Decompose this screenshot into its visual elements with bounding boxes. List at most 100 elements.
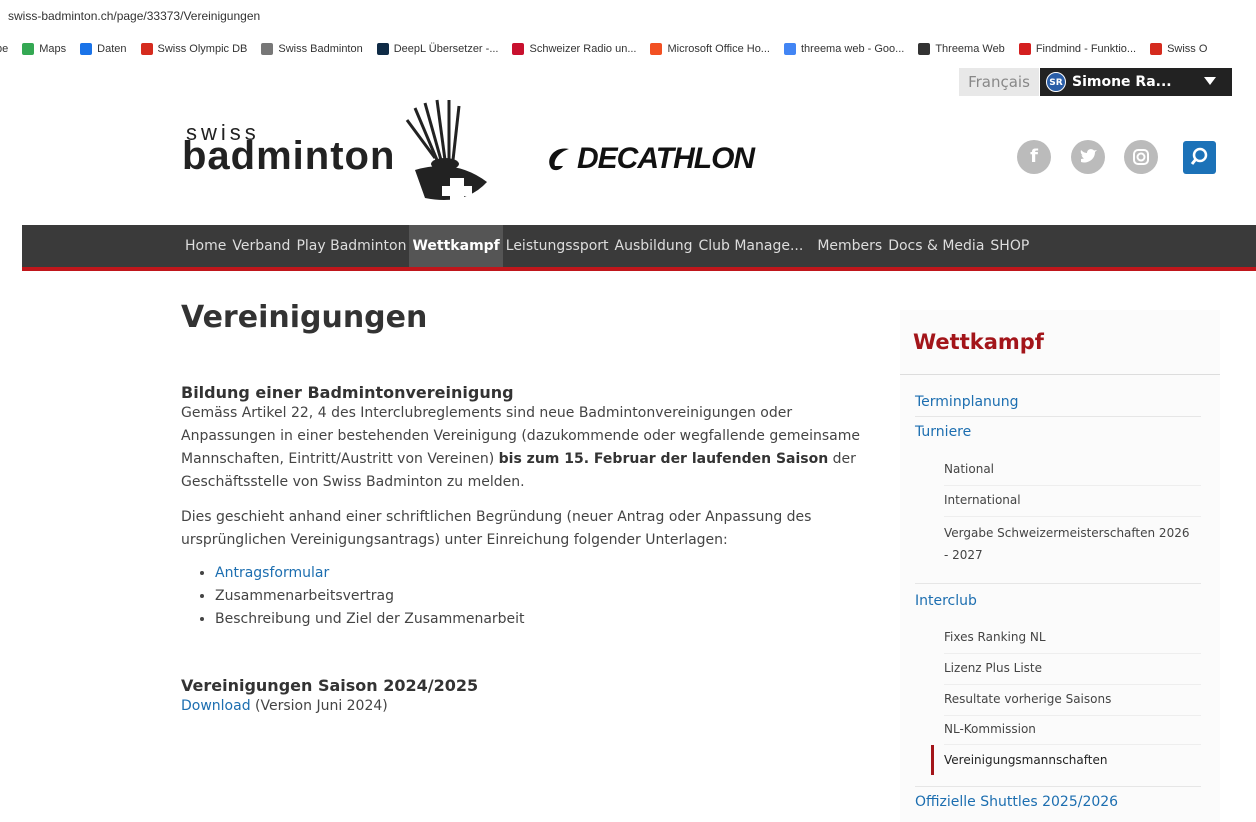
- main-content: Vereinigungen Bildung einer Badmintonver…: [181, 300, 861, 718]
- bookmark-item[interactable]: be: [0, 43, 8, 55]
- shuttlecock-icon: [405, 99, 487, 204]
- chevron-down-icon[interactable]: [1204, 77, 1216, 85]
- search-button[interactable]: [1183, 141, 1216, 174]
- sidebar-item-interclub[interactable]: Interclub: [915, 593, 977, 609]
- list-item: Beschreibung und Ziel der Zusammenarbeit: [215, 608, 861, 631]
- bookmark-label: Schweizer Radio un...: [529, 43, 637, 55]
- sidebar-subitem-resultate[interactable]: Resultate vorherige Saisons: [944, 688, 1194, 710]
- srf-icon: [512, 43, 525, 55]
- url-text[interactable]: swiss-badminton.ch/page/33373/Vereinigun…: [8, 9, 260, 23]
- sponsor-name: DECATHLON: [577, 142, 755, 175]
- bookmark-label: DeepL Übersetzer -...: [393, 43, 499, 55]
- bookmark-item[interactable]: DeepL Übersetzer -...: [376, 43, 499, 55]
- sidebar-subitem-vereinigungsmannschaften[interactable]: Vereinigungsmannschaften: [944, 749, 1194, 771]
- bookmark-label: Swiss O: [1167, 43, 1208, 55]
- avatar: SR: [1046, 72, 1066, 92]
- swiss-cross-icon: [1150, 43, 1163, 55]
- bookmark-label: Findmind - Funktio...: [1035, 43, 1137, 55]
- sidebar-item-shuttles[interactable]: Offizielle Shuttles 2025/2026: [915, 794, 1118, 810]
- shield-icon: [80, 43, 93, 55]
- document-list: Antragsformular Zusammenarbeitsvertrag B…: [215, 562, 861, 631]
- sidebar-subitem-lizenz-plus[interactable]: Lizenz Plus Liste: [944, 657, 1194, 679]
- instagram-icon[interactable]: [1124, 140, 1158, 174]
- section-title-bildung: Bildung einer Badmintonvereinigung: [181, 383, 514, 402]
- deepl-icon: [376, 43, 389, 55]
- divider: [915, 786, 1201, 787]
- maps-pin-icon: [22, 43, 35, 55]
- download-line: Download (Version Juni 2024): [181, 698, 388, 714]
- nav-item-verband[interactable]: Verband: [229, 225, 293, 267]
- decathlon-logo[interactable]: DECATHLON: [545, 142, 755, 176]
- download-link[interactable]: Download: [181, 698, 251, 714]
- logo-badminton-text: badminton: [182, 134, 396, 178]
- divider: [900, 374, 1220, 375]
- paragraph-unterlagen: Dies geschieht anhand einer schriftliche…: [181, 509, 812, 548]
- bookmark-label: be: [0, 43, 9, 55]
- badminton-icon: [261, 43, 274, 55]
- nav-item-leistungssport[interactable]: Leistungssport: [503, 225, 612, 267]
- user-name: Simone Ra...: [1072, 74, 1172, 90]
- nav-item-ausbildung[interactable]: Ausbildung: [612, 225, 696, 267]
- nav-item-home[interactable]: Home: [182, 225, 229, 267]
- bookmark-label: Daten: [97, 43, 127, 55]
- bookmark-label: Microsoft Office Ho...: [667, 43, 770, 55]
- address-bar[interactable]: swiss-badminton.ch/page/33373/Vereinigun…: [0, 0, 1256, 34]
- twitter-icon[interactable]: [1071, 140, 1105, 174]
- sidebar-subitem-nl-kommission[interactable]: NL-Kommission: [944, 718, 1194, 740]
- bookmark-label: Maps: [39, 43, 67, 55]
- list-item[interactable]: Antragsformular: [215, 562, 861, 585]
- divider: [915, 416, 1201, 417]
- bookmark-label: Swiss Badminton: [278, 43, 363, 55]
- decathlon-mark-icon: [549, 148, 569, 171]
- paragraph-bildung: Gemäss Artikel 22, 4 des Interclubreglem…: [181, 405, 860, 490]
- bookmark-label: Swiss Olympic DB: [157, 43, 248, 55]
- nav-item-members[interactable]: Members: [814, 225, 885, 267]
- bookmark-item[interactable]: Maps: [22, 43, 66, 55]
- google-icon: [783, 43, 796, 55]
- bookmarks-bar: be Maps Daten Swiss Olympic DB Swiss Badmint…: [0, 36, 1256, 62]
- main-navigation: Home Verband Play Badminton Wettkampf Leistu…: [22, 225, 1256, 271]
- sidebar-title: Wettkampf: [913, 330, 1044, 354]
- bookmark-item[interactable]: threema web - Goo...: [783, 43, 905, 55]
- bookmark-item[interactable]: Microsoft Office Ho...: [650, 43, 770, 55]
- antragsformular-link[interactable]: Antragsformular: [215, 565, 329, 581]
- bookmark-item[interactable]: Swiss Olympic DB: [140, 43, 248, 55]
- nav-item-play-badminton[interactable]: Play Badminton: [293, 225, 409, 267]
- swiss-cross-icon: [140, 43, 153, 55]
- bookmark-item[interactable]: Schweizer Radio un...: [512, 43, 636, 55]
- divider: [944, 744, 1201, 745]
- bookmark-label: Threema Web: [935, 43, 1005, 55]
- active-indicator: [931, 745, 934, 775]
- divider: [915, 583, 1201, 584]
- divider: [944, 715, 1201, 716]
- findmind-icon: [1018, 43, 1031, 55]
- bookmark-item[interactable]: Swiss Badminton: [261, 43, 363, 55]
- list-item: Zusammenarbeitsvertrag: [215, 585, 861, 608]
- bookmark-item[interactable]: Daten: [80, 43, 127, 55]
- user-menu[interactable]: SR Simone Ra...: [1040, 68, 1232, 96]
- sidebar-item-turniere[interactable]: Turniere: [915, 424, 971, 440]
- sidebar-subitem-international[interactable]: International: [944, 489, 1194, 511]
- nav-item-wettkampf[interactable]: Wettkampf: [409, 225, 503, 267]
- bookmark-item[interactable]: Threema Web: [918, 43, 1005, 55]
- nav-item-club-manage[interactable]: Club Manage...: [695, 225, 806, 267]
- search-icon: [1190, 147, 1208, 165]
- bookmark-item[interactable]: Swiss O: [1150, 43, 1207, 55]
- language-switch[interactable]: Français: [959, 68, 1039, 96]
- divider: [944, 516, 1201, 517]
- sidebar-subitem-national[interactable]: National: [944, 458, 1194, 480]
- bookmark-item[interactable]: Findmind - Funktio...: [1018, 43, 1137, 55]
- nav-item-docs-media[interactable]: Docs & Media: [885, 225, 987, 267]
- sidebar-subitem-fixes-ranking[interactable]: Fixes Ranking NL: [944, 626, 1194, 648]
- microsoft-icon: [650, 43, 663, 55]
- swiss-badminton-logo[interactable]: swiss badminton: [180, 98, 500, 208]
- threema-icon: [918, 43, 931, 55]
- nav-item-shop[interactable]: SHOP: [987, 225, 1032, 267]
- bookmark-label: threema web - Goo...: [800, 43, 905, 55]
- divider: [944, 485, 1201, 486]
- section-title-saison: Vereinigungen Saison 2024/2025: [181, 676, 479, 695]
- facebook-icon[interactable]: f: [1017, 140, 1051, 174]
- sidebar: Wettkampf Terminplanung Turniere Nationa…: [900, 310, 1220, 822]
- sidebar-subitem-vergabe-sm[interactable]: Vergabe Schweizermeisterschaften 2026 - …: [944, 522, 1194, 566]
- sidebar-item-terminplanung[interactable]: Terminplanung: [915, 394, 1019, 410]
